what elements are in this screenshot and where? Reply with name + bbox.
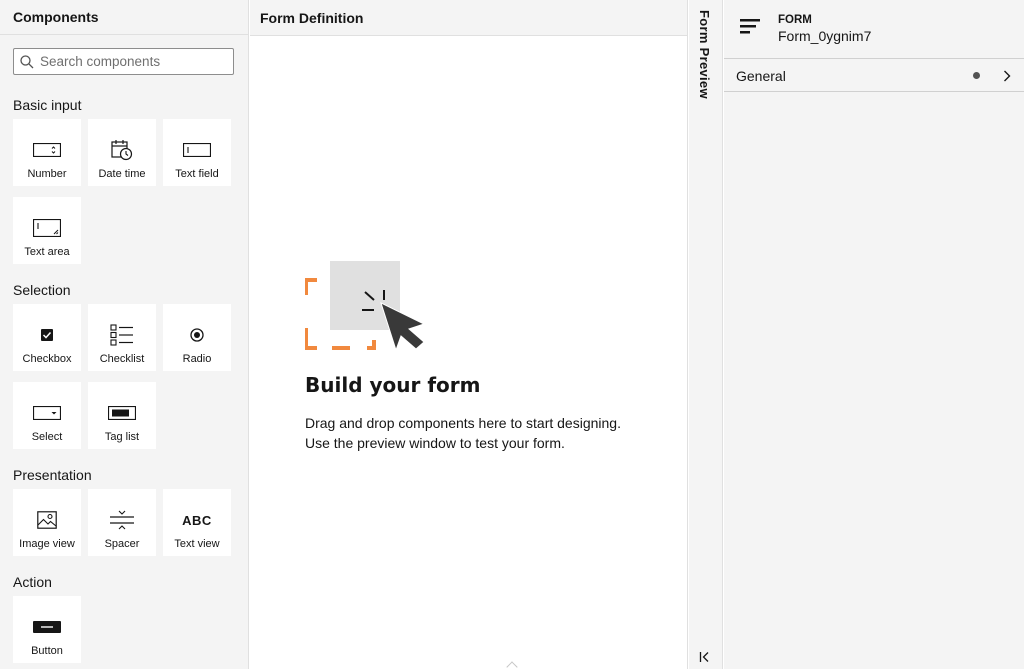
image-icon	[37, 511, 57, 529]
component-label: Radio	[182, 353, 212, 365]
status-dot-icon	[973, 72, 980, 79]
radio-icon	[190, 328, 204, 342]
component-label: Checkbox	[22, 353, 72, 365]
form-definition-canvas[interactable]: Form Definition Build your form Drag and…	[250, 0, 688, 669]
empty-state-description: Drag and drop components here to start d…	[305, 413, 621, 453]
empty-state-title: Build your form	[305, 373, 481, 397]
component-date-time[interactable]: Date time	[88, 119, 156, 186]
collapse-icon[interactable]	[699, 651, 711, 663]
component-label: Spacer	[104, 538, 140, 550]
tag-list-icon	[108, 406, 136, 420]
section-basic-input: Basic input	[13, 97, 82, 113]
component-label: Text field	[175, 168, 219, 180]
element-type: FORM	[778, 14, 812, 26]
component-number[interactable]: Number	[13, 119, 81, 186]
section-presentation: Presentation	[13, 467, 92, 483]
component-checkbox[interactable]: Checkbox	[13, 304, 81, 371]
component-label: Text view	[174, 538, 220, 550]
component-label: Button	[31, 645, 63, 657]
form-preview-toggle[interactable]: Form Preview	[689, 0, 723, 669]
general-group-toggle[interactable]: General	[724, 59, 1024, 92]
canvas-title: Form Definition	[250, 0, 687, 36]
properties-panel: FORM Form_0ygnim7 General	[724, 0, 1024, 669]
components-title: Components	[0, 0, 248, 35]
text-view-icon: ABC	[182, 512, 212, 528]
component-button[interactable]: Button	[13, 596, 81, 663]
component-text-area[interactable]: Text area	[13, 197, 81, 264]
calendar-clock-icon	[111, 140, 133, 161]
select-icon	[33, 406, 61, 420]
component-spacer[interactable]: Spacer	[88, 489, 156, 556]
section-selection: Selection	[13, 282, 71, 298]
number-icon	[33, 143, 61, 157]
drag-drop-illustration-icon	[305, 261, 426, 352]
component-checklist[interactable]: Checklist	[88, 304, 156, 371]
empty-state-line-2: Use the preview window to test your form…	[305, 435, 565, 451]
component-image-view[interactable]: Image view	[13, 489, 81, 556]
search-input[interactable]	[40, 54, 230, 69]
form-preview-label: Form Preview	[697, 10, 712, 99]
spacer-icon	[110, 510, 134, 530]
search-box[interactable]	[13, 48, 234, 75]
component-label: Text area	[24, 246, 70, 258]
component-label: Checklist	[99, 353, 145, 365]
properties-header: FORM Form_0ygnim7	[724, 0, 1024, 59]
checklist-icon	[110, 324, 133, 346]
component-label: Number	[27, 168, 67, 180]
components-panel: Components Basic input Number Date time …	[0, 0, 249, 669]
search-icon	[20, 54, 34, 68]
text-area-icon	[33, 219, 61, 237]
empty-state-line-1: Drag and drop components here to start d…	[305, 415, 621, 431]
component-text-field[interactable]: Text field	[163, 119, 231, 186]
chevron-right-icon	[1004, 70, 1011, 82]
component-text-view[interactable]: ABC Text view	[163, 489, 231, 556]
checkbox-icon	[41, 329, 53, 341]
section-action: Action	[13, 574, 52, 590]
element-name: Form_0ygnim7	[778, 28, 872, 44]
form-icon	[740, 19, 760, 34]
text-field-icon	[183, 143, 211, 157]
component-select[interactable]: Select	[13, 382, 81, 449]
general-group-label: General	[736, 68, 786, 84]
component-label: Image view	[19, 538, 75, 550]
component-label: Date time	[98, 168, 146, 180]
component-radio[interactable]: Radio	[163, 304, 231, 371]
button-icon	[33, 621, 61, 633]
component-label: Select	[31, 431, 63, 443]
component-tag-list[interactable]: Tag list	[88, 382, 156, 449]
component-label: Tag list	[104, 431, 140, 443]
